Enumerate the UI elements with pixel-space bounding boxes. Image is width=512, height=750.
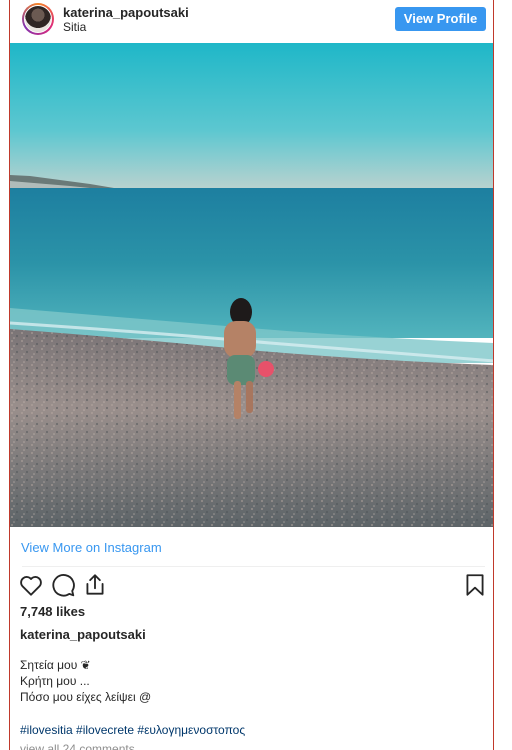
post-image[interactable] [10, 43, 493, 527]
location[interactable]: Sitia [63, 20, 86, 34]
username[interactable]: katerina_papoutsaki [63, 5, 189, 20]
instagram-embed-card: katerina_papoutsaki Sitia View Profile V… [9, 0, 494, 750]
heart-emoji-icon: ❦ [80, 658, 91, 672]
caption-line-2: Κρήτη μου ... [20, 674, 90, 688]
view-more-link[interactable]: View More on Instagram [21, 540, 162, 555]
avatar-photo [24, 5, 52, 33]
view-profile-button[interactable]: View Profile [395, 7, 486, 31]
caption-author[interactable]: katerina_papoutsaki [20, 627, 146, 642]
caption-line-1: Σητεία μου [20, 658, 78, 672]
divider [22, 566, 485, 567]
comment-icon[interactable] [50, 572, 76, 598]
bookmark-icon[interactable] [462, 572, 488, 598]
heart-icon[interactable] [18, 572, 44, 598]
like-count[interactable]: 7,748 likes [20, 604, 85, 619]
caption-text: Σητεία μου ❦ Κρήτη μου ... Πόσο μου είχε… [20, 657, 151, 705]
caption-line-3: Πόσο μου είχες λείψει [20, 690, 136, 704]
share-icon[interactable] [82, 572, 108, 598]
avatar[interactable] [22, 3, 54, 35]
hashtags[interactable]: #ilovesitia #ilovecrete #ευλογημενοστοπο… [20, 723, 245, 737]
post-header: katerina_papoutsaki Sitia View Profile [10, 0, 493, 43]
spiral-emoji-icon: @ [138, 690, 152, 704]
view-comments-link[interactable]: view all 24 comments [20, 742, 135, 750]
beach-photo [10, 43, 493, 527]
caption-line: Σητεία μου ❦ [20, 657, 151, 673]
caption-line: Πόσο μου είχες λείψει @ [20, 689, 151, 705]
